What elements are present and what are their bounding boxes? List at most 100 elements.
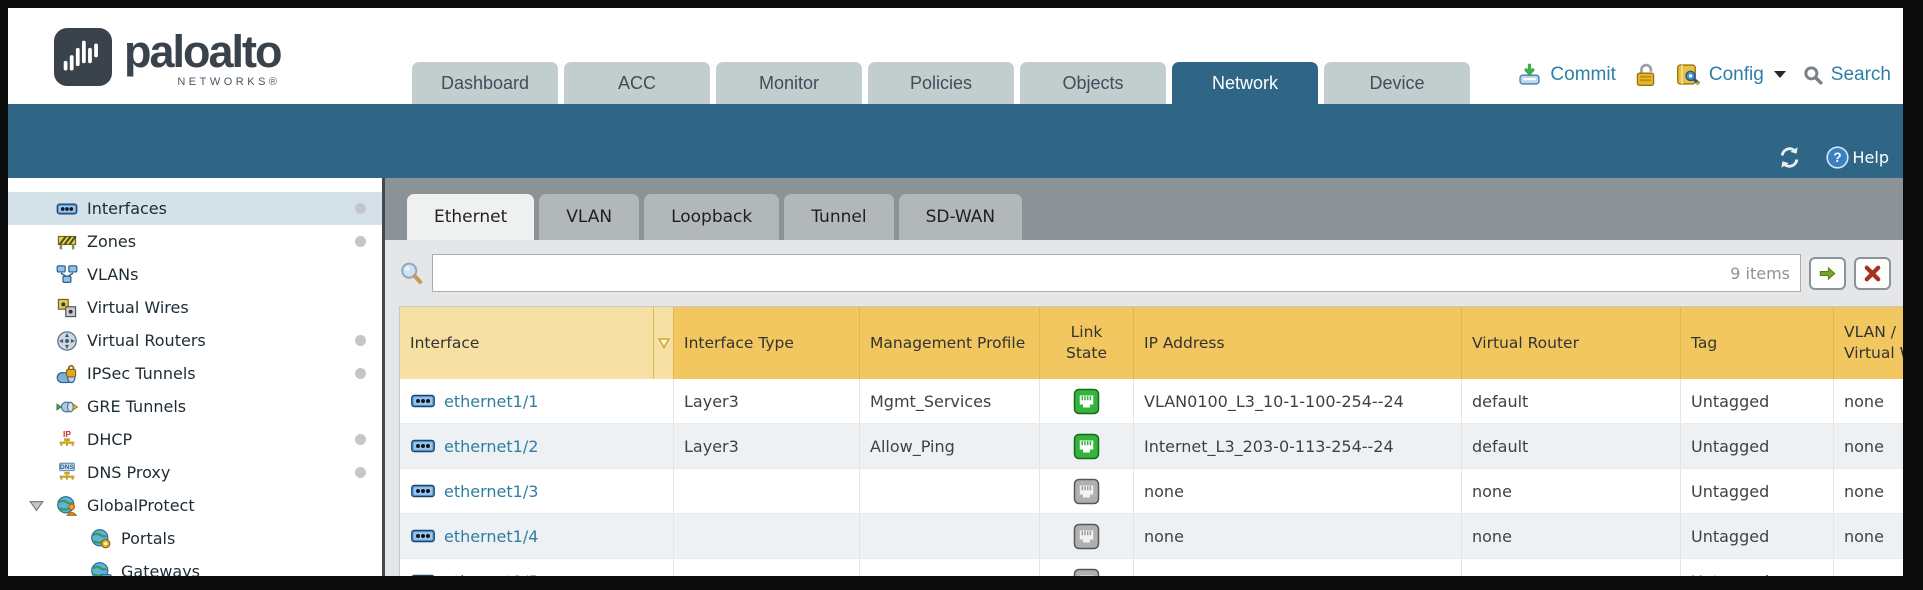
interface-name: ethernet1/5 — [444, 572, 538, 577]
search-icon — [1802, 64, 1824, 86]
cell-interface-type: Layer3 — [674, 379, 860, 423]
cell-link-state — [1040, 424, 1134, 468]
table-row: ethernet1/5nonenoneUntaggednone — [400, 559, 1903, 576]
apply-filter-button[interactable] — [1809, 257, 1846, 290]
link-up-icon[interactable] — [1073, 388, 1100, 415]
gre-tunnels-icon — [56, 396, 78, 418]
search-label: Search — [1831, 64, 1891, 86]
sidebar-item-label: Portals — [121, 529, 175, 548]
ethernet-port-icon — [410, 391, 436, 411]
secondary-bar: ? Help — [8, 104, 1903, 178]
brand-text: paloalto NETWORKS® — [124, 28, 281, 88]
sidebar-item-interfaces[interactable]: Interfaces — [8, 192, 382, 225]
config-label: Config — [1709, 64, 1764, 86]
table-header: Interface Interface TypeManagement Profil… — [400, 307, 1903, 379]
cell-virtual-router: none — [1462, 514, 1681, 558]
link-down-icon[interactable] — [1073, 523, 1100, 550]
tab-objects[interactable]: Objects — [1020, 62, 1166, 104]
cell-interface-type: Layer3 — [674, 424, 860, 468]
sidebar-item-gre-tunnels[interactable]: GRE Tunnels — [8, 390, 382, 423]
sidebar-item-virtual-wires[interactable]: Virtual Wires — [8, 291, 382, 324]
cell-vlan-wire: none — [1834, 514, 1903, 558]
subtab-ethernet[interactable]: Ethernet — [407, 194, 534, 240]
dhcp-icon: IP — [56, 429, 78, 451]
sidebar-item-label: Interfaces — [87, 199, 167, 218]
secondary-bar-tools: ? Help — [1777, 145, 1889, 170]
sidebar-item-label: IPSec Tunnels — [87, 364, 196, 383]
col-header-interface-type[interactable]: Interface Type — [674, 307, 860, 379]
tab-policies[interactable]: Policies — [868, 62, 1014, 104]
ipsec-tunnels-icon — [56, 363, 78, 385]
sidebar-item-vlans[interactable]: VLANs — [8, 258, 382, 291]
interface-link[interactable]: ethernet1/5 — [410, 571, 538, 576]
sidebar-item-dhcp[interactable]: IPDHCP — [8, 423, 382, 456]
sidebar-item-zones[interactable]: Zones — [8, 225, 382, 258]
clear-filter-button[interactable] — [1854, 257, 1891, 290]
status-dot — [355, 368, 366, 379]
cell-interface: ethernet1/1 — [400, 379, 674, 423]
interface-name: ethernet1/1 — [444, 392, 538, 411]
main-nav-tabs: DashboardACCMonitorPoliciesObjectsNetwor… — [412, 62, 1470, 104]
subtab-tunnel[interactable]: Tunnel — [784, 194, 893, 240]
table-row: ethernet1/4nonenoneUntaggednone — [400, 514, 1903, 559]
tab-device[interactable]: Device — [1324, 62, 1470, 104]
cell-link-state — [1040, 379, 1134, 423]
sidebar-item-label: GRE Tunnels — [87, 397, 186, 416]
sidebar-item-virtual-routers[interactable]: Virtual Routers — [8, 324, 382, 357]
column-menu-button[interactable] — [654, 307, 674, 379]
sidebar-item-dns-proxy[interactable]: DNSDNS Proxy — [8, 456, 382, 489]
sidebar-item-label: Virtual Routers — [87, 331, 206, 350]
lock-icon[interactable] — [1632, 61, 1659, 88]
search-button[interactable]: Search — [1802, 64, 1891, 86]
help-button[interactable]: ? Help — [1826, 146, 1889, 169]
sidebar-item-globalprotect[interactable]: GlobalProtect — [8, 489, 382, 522]
subtab-vlan[interactable]: VLAN — [539, 194, 639, 240]
tab-monitor[interactable]: Monitor — [716, 62, 862, 104]
virtual-wires-icon — [56, 297, 78, 319]
cell-vlan-wire: none — [1834, 469, 1903, 513]
sidebar-item-label: VLANs — [87, 265, 138, 284]
sidebar-item-ipsec-tunnels[interactable]: IPSec Tunnels — [8, 357, 382, 390]
subtab-sd-wan[interactable]: SD-WAN — [899, 194, 1023, 240]
content-panel: 9 items InterfaceInterface TypeManagemen… — [385, 240, 1903, 576]
config-menu-button[interactable]: Config — [1675, 61, 1786, 88]
col-header-virtual-router[interactable]: Virtual Router — [1462, 307, 1681, 379]
interface-type-tabs: EthernetVLANLoopbackTunnelSD-WAN — [407, 194, 1903, 240]
subtab-loopback[interactable]: Loopback — [644, 194, 779, 240]
main-panel: EthernetVLANLoopbackTunnelSD-WAN 9 items — [385, 178, 1903, 576]
sidebar-item-label: GlobalProtect — [87, 496, 195, 515]
col-header-interface[interactable]: Interface — [400, 307, 654, 379]
cell-link-state — [1040, 469, 1134, 513]
link-down-icon[interactable] — [1073, 478, 1100, 505]
apply-arrow-icon — [1818, 264, 1837, 283]
ethernet-port-icon — [410, 481, 436, 501]
col-header-tag[interactable]: Tag — [1681, 307, 1834, 379]
sidebar-item-portals[interactable]: Portals — [8, 522, 382, 555]
tab-dashboard[interactable]: Dashboard — [412, 62, 558, 104]
chevron-down-icon — [1774, 71, 1786, 78]
expand-triangle-icon[interactable] — [29, 500, 44, 512]
tab-network[interactable]: Network — [1172, 62, 1318, 104]
filter-input[interactable] — [433, 258, 1730, 288]
filter-search-icon — [399, 261, 424, 286]
col-header-ip-address[interactable]: IP Address — [1134, 307, 1462, 379]
interface-link[interactable]: ethernet1/2 — [410, 436, 538, 456]
help-icon: ? — [1826, 146, 1849, 169]
link-up-icon[interactable] — [1073, 433, 1100, 460]
cell-ip-address: Internet_L3_203-0-113-254--24 — [1134, 424, 1462, 468]
col-header-link-state[interactable]: Link State — [1040, 307, 1134, 379]
sidebar-item-gateways[interactable]: Gateways — [8, 555, 382, 576]
interface-link[interactable]: ethernet1/1 — [410, 391, 538, 411]
gateways-icon — [90, 561, 112, 577]
tab-acc[interactable]: ACC — [564, 62, 710, 104]
col-header-vlan-virtual-wire[interactable]: VLAN / Virtual Wire — [1834, 307, 1903, 379]
col-header-management-profile[interactable]: Management Profile — [860, 307, 1040, 379]
interface-link[interactable]: ethernet1/3 — [410, 481, 538, 501]
commit-button[interactable]: Commit — [1516, 61, 1615, 88]
cell-link-state — [1040, 559, 1134, 576]
refresh-icon[interactable] — [1777, 145, 1802, 170]
cell-virtual-router: none — [1462, 559, 1681, 576]
link-down-icon[interactable] — [1073, 568, 1100, 577]
table-body: ethernet1/1Layer3Mgmt_ServicesVLAN0100_L… — [400, 379, 1903, 576]
interface-link[interactable]: ethernet1/4 — [410, 526, 538, 546]
